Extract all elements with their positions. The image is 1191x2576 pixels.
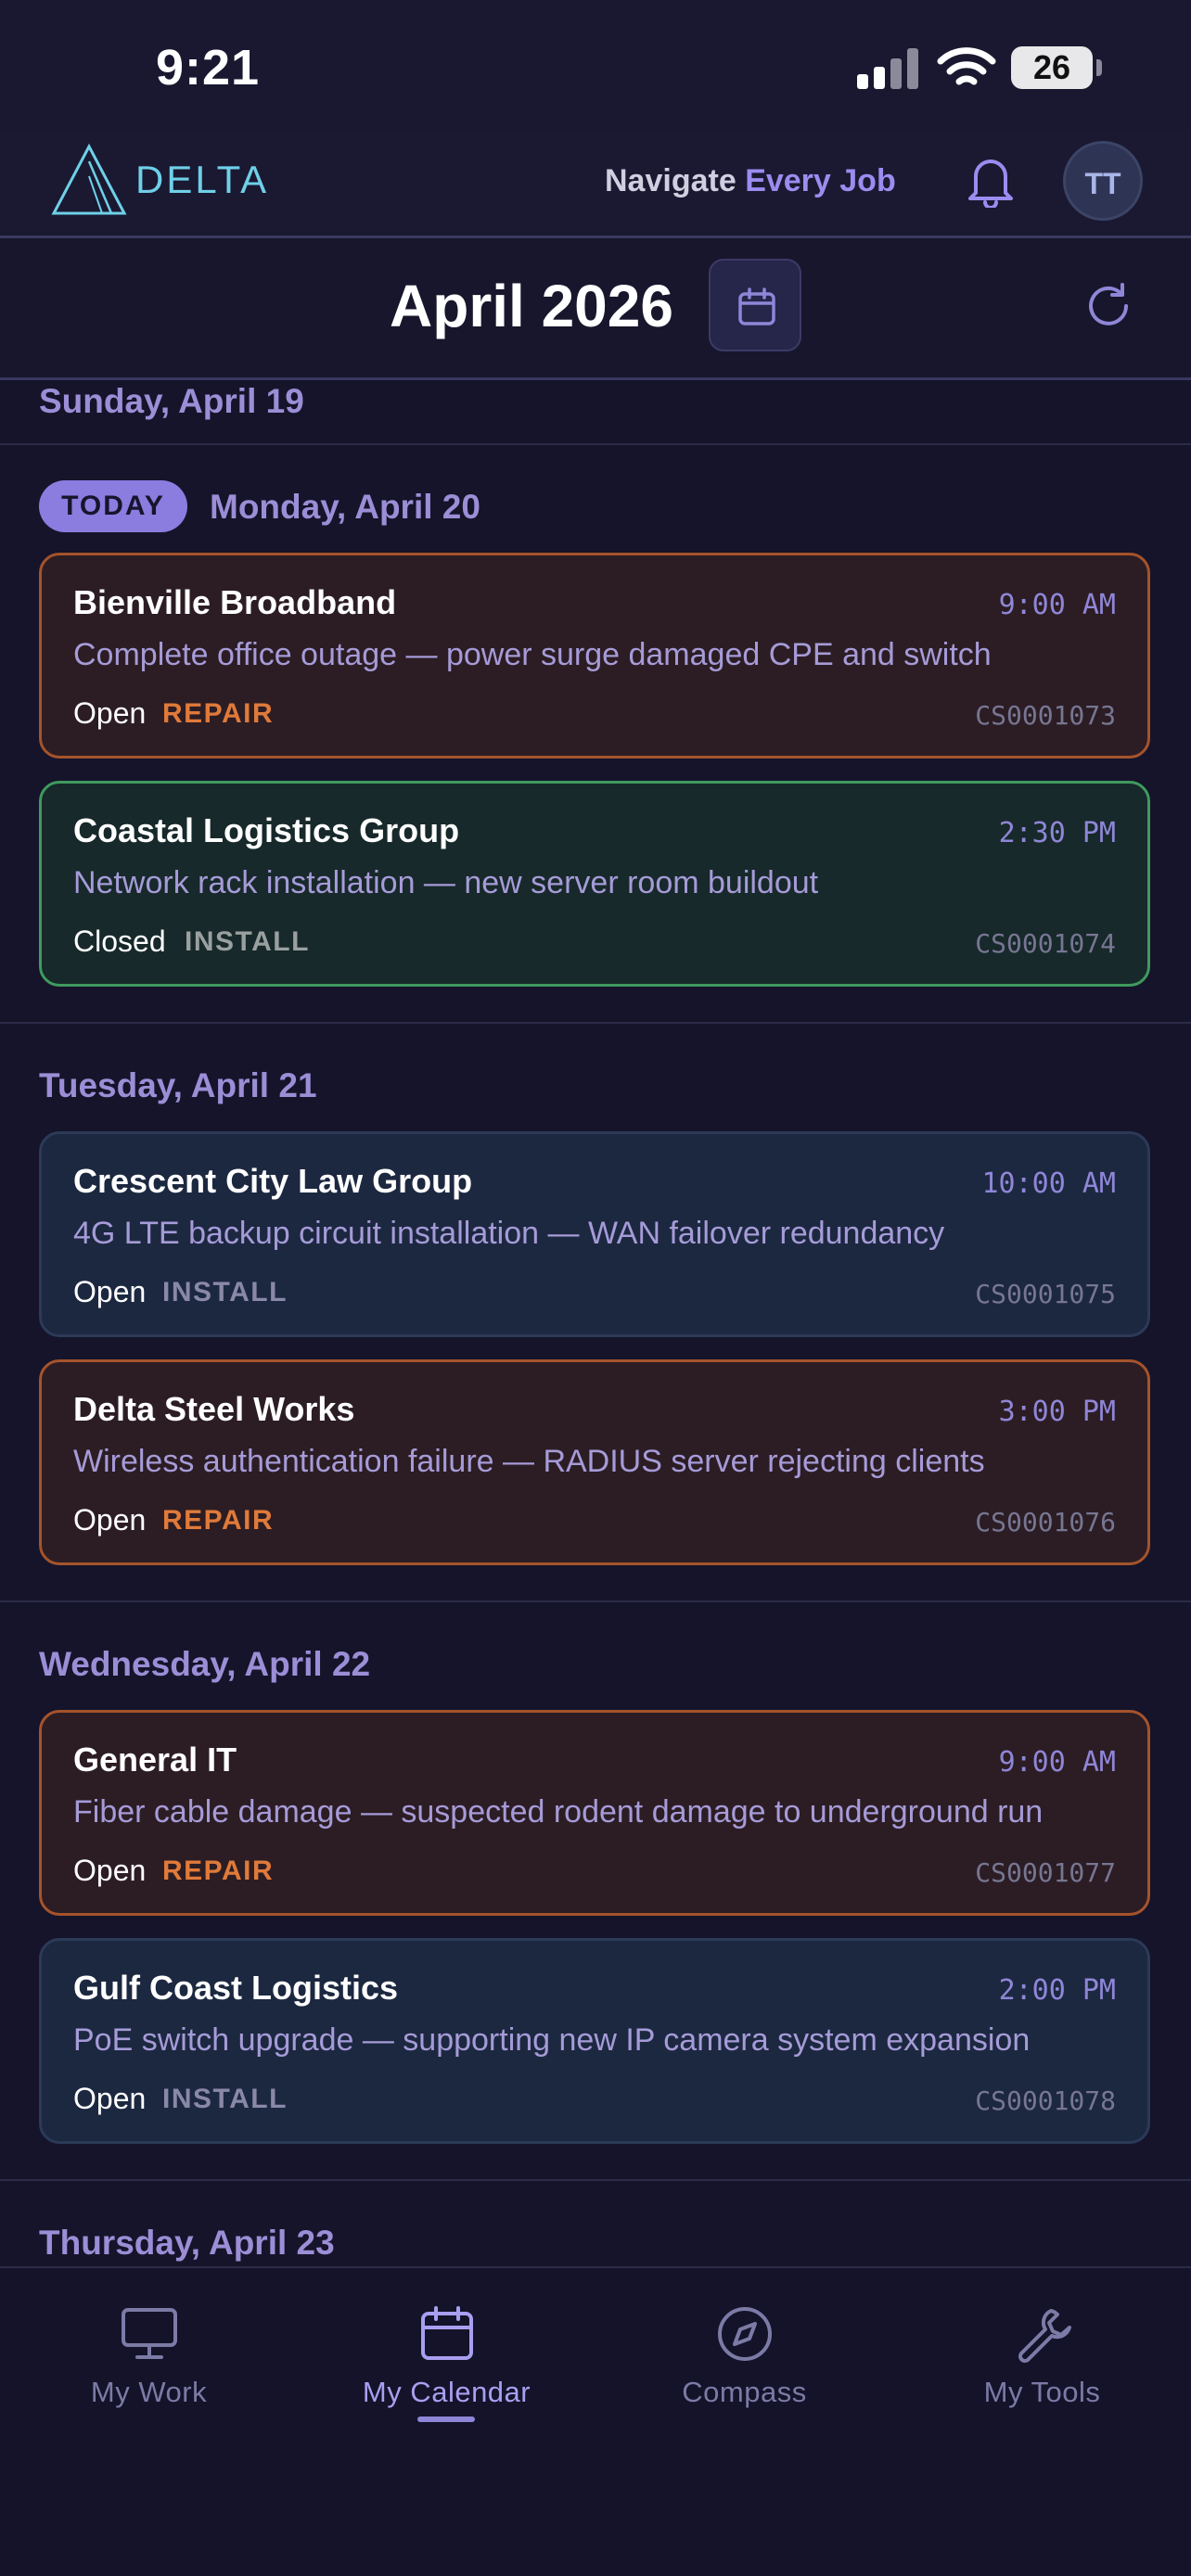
job-description: 4G LTE backup circuit installation — WAN…	[73, 1216, 945, 1251]
calendar-icon	[738, 287, 775, 325]
nav-label: My Calendar	[362, 2376, 531, 2408]
status-time: 9:21	[156, 40, 261, 96]
job-time: 9:00 AM	[998, 589, 1116, 621]
day-heading: Sunday, April 19	[39, 382, 304, 420]
job-card[interactable]: Delta Steel Works 3:00 PM Wireless authe…	[39, 1359, 1150, 1565]
nav-label: My Work	[90, 2376, 208, 2408]
job-time: 9:00 AM	[998, 1746, 1116, 1779]
job-time: 2:30 PM	[998, 817, 1116, 849]
nav-my-calendar[interactable]: My Calendar	[298, 2305, 596, 2444]
job-case-number: CS0001076	[975, 1507, 1116, 1537]
job-case-number: CS0001074	[975, 928, 1116, 959]
calendar-icon	[420, 2306, 473, 2360]
job-description: Wireless authentication failure — RADIUS…	[73, 1444, 985, 1479]
job-type: REPAIR	[162, 1505, 275, 1536]
job-time: 3:00 PM	[998, 1396, 1116, 1428]
job-status: Closed	[73, 925, 166, 958]
day-divider	[0, 2179, 1191, 2181]
month-bar: April 2026	[0, 238, 1191, 380]
wifi-icon	[937, 47, 996, 85]
job-status: Open	[73, 1275, 147, 1308]
tagline-part2: Every Job	[745, 163, 896, 198]
avatar[interactable]: TT	[1063, 141, 1143, 221]
nav-label: My Tools	[983, 2376, 1101, 2408]
refresh-icon[interactable]	[1083, 281, 1133, 331]
logo-text: DELTA	[135, 158, 270, 201]
compass-icon	[717, 2307, 772, 2361]
job-description: PoE switch upgrade — supporting new IP c…	[73, 2022, 1031, 2058]
battery-level: 26	[1011, 46, 1093, 89]
app-header: DELTA Navigate Every Job TT	[0, 130, 1191, 238]
job-type: INSTALL	[162, 1277, 288, 1307]
day-heading: Wednesday, April 22	[39, 1645, 371, 1683]
day-divider	[0, 1600, 1191, 1602]
day-heading: Thursday, April 23	[39, 2224, 335, 2262]
job-company: Coastal Logistics Group	[73, 811, 460, 849]
monitor-icon	[121, 2308, 177, 2359]
job-card[interactable]: Bienville Broadband 9:00 AM Complete off…	[39, 553, 1150, 759]
month-title: April 2026	[390, 273, 673, 339]
nav-my-work[interactable]: My Work	[0, 2305, 298, 2444]
job-card[interactable]: General IT 9:00 AM Fiber cable damage — …	[39, 1710, 1150, 1916]
job-time: 2:00 PM	[998, 1974, 1116, 2007]
day-heading: Tuesday, April 21	[39, 1066, 317, 1104]
job-description: Network rack installation — new server r…	[73, 865, 819, 900]
nav-compass[interactable]: Compass	[596, 2305, 893, 2444]
job-type: REPAIR	[162, 1855, 275, 1886]
job-card[interactable]: Crescent City Law Group 10:00 AM 4G LTE …	[39, 1131, 1150, 1337]
job-company: Delta Steel Works	[73, 1390, 355, 1428]
job-company: Crescent City Law Group	[73, 1162, 473, 1200]
cellular-signal-icon	[857, 48, 918, 89]
job-case-number: CS0001078	[975, 2085, 1116, 2116]
nav-label: Compass	[682, 2376, 807, 2408]
job-status: Open	[73, 1503, 147, 1537]
today-badge: TODAY	[39, 480, 187, 532]
job-description: Fiber cable damage — suspected rodent da…	[73, 1794, 1044, 1830]
schedule-list[interactable]: Sunday, April 19 TODAY Monday, April 20 …	[0, 380, 1191, 2266]
job-card[interactable]: Coastal Logistics Group 2:30 PM Network …	[39, 781, 1150, 987]
app-screen: 9:21 26 DELTA Navigate Every Job TT Apri…	[0, 0, 1191, 2576]
job-status: Open	[73, 1854, 147, 1887]
battery-tip	[1096, 59, 1102, 76]
job-type: REPAIR	[162, 698, 275, 729]
job-card[interactable]: Gulf Coast Logistics 2:00 PM PoE switch …	[39, 1938, 1150, 2144]
job-status: Open	[73, 2082, 147, 2115]
job-case-number: CS0001073	[975, 700, 1116, 731]
calendar-picker-button[interactable]	[709, 259, 801, 351]
status-bar: 9:21 26	[0, 0, 1191, 130]
delta-logo-icon	[51, 143, 127, 215]
day-divider	[0, 1022, 1191, 1024]
bottom-nav: My Work My Calendar Compass My Tools	[0, 2266, 1191, 2576]
job-type: INSTALL	[162, 2084, 288, 2114]
day-divider	[0, 443, 1191, 445]
job-type: INSTALL	[185, 926, 310, 957]
nav-active-indicator	[417, 2417, 475, 2422]
day-heading: Monday, April 20	[210, 488, 480, 526]
job-company: General IT	[73, 1741, 237, 1779]
job-status: Open	[73, 696, 147, 730]
tagline-part1: Navigate	[605, 163, 746, 198]
job-company: Bienville Broadband	[73, 583, 397, 621]
nav-my-tools[interactable]: My Tools	[893, 2305, 1191, 2444]
bell-icon[interactable]	[965, 152, 1017, 208]
wrench-icon	[1018, 2309, 1071, 2363]
job-company: Gulf Coast Logistics	[73, 1969, 399, 2007]
job-case-number: CS0001075	[975, 1279, 1116, 1309]
job-description: Complete office outage — power surge dam…	[73, 637, 992, 672]
job-case-number: CS0001077	[975, 1857, 1116, 1888]
job-time: 10:00 AM	[981, 1167, 1117, 1200]
tagline: Navigate Every Job	[605, 163, 896, 199]
